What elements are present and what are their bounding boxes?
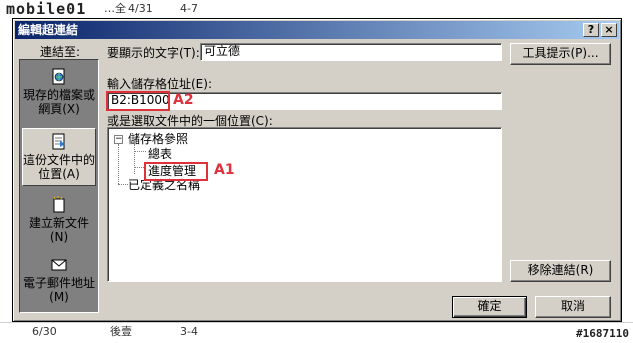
spreadsheet-cell: 6/30 — [32, 325, 57, 338]
spreadsheet-cell: 3-4 — [180, 325, 198, 338]
annotation-box-a1 — [144, 162, 208, 181]
site-logo: mobile01 — [6, 0, 87, 18]
document-place-tree[interactable]: − 儲存格參照 總表 進度管理 已定義之名稱 A1 — [107, 127, 502, 282]
annotation-label-a1: A1 — [214, 162, 235, 178]
spreadsheet-cell: 4/31 — [128, 2, 153, 15]
cancel-button[interactable]: 取消 — [535, 296, 611, 318]
edit-hyperlink-dialog: 編輯超連結 ? × 連結至: 現存的檔案或網頁(X) 這份文件中的位置(A) 建… — [12, 18, 622, 322]
spreadsheet-top-row — [0, 0, 633, 19]
link-new-document[interactable]: 建立新文件(N) — [22, 192, 96, 250]
spreadsheet-left-strip — [0, 18, 12, 322]
new-document-icon — [53, 196, 65, 213]
watermark: #1687110 — [576, 327, 629, 340]
link-existing-file[interactable]: 現存的檔案或網頁(X) — [22, 64, 96, 122]
collapse-toggle-icon[interactable]: − — [114, 135, 123, 144]
tree-connector — [118, 184, 128, 185]
spreadsheet-right-strip — [622, 18, 633, 322]
display-text-input[interactable]: 可立德 — [200, 43, 502, 61]
link-email-address[interactable]: 電子郵件地址(M) — [22, 252, 96, 310]
screentip-button[interactable]: 工具提示(P)... — [510, 43, 611, 65]
dialog-title: 編輯超連結 — [18, 23, 79, 37]
display-text-label: 要顯示的文字(T): — [107, 46, 200, 60]
link-to-label: 連結至: — [39, 45, 81, 59]
remove-link-button[interactable]: 移除連結(R) — [510, 260, 611, 282]
tree-connector — [134, 151, 146, 152]
link-place-in-document[interactable]: 這份文件中的位置(A) — [22, 128, 96, 186]
link-to-panel: 現存的檔案或網頁(X) 這份文件中的位置(A) 建立新文件(N) 電子郵件地址(… — [19, 59, 99, 313]
email-address-icon — [51, 259, 67, 271]
annotation-box-a2 — [106, 91, 170, 111]
dialog-titlebar[interactable]: 編輯超連結 ? × — [15, 21, 619, 39]
spreadsheet-cell: …全 — [104, 2, 126, 15]
ok-button[interactable]: 確定 — [452, 296, 527, 318]
tree-node-sheet-summary[interactable]: 總表 — [148, 147, 172, 161]
link-new-document-label: 建立新文件(N) — [28, 216, 89, 244]
tree-connector — [134, 144, 135, 174]
link-existing-file-label: 現存的檔案或網頁(X) — [22, 88, 95, 116]
cell-reference-label: 輸入儲存格位址(E): — [107, 77, 212, 91]
spreadsheet-cell: 4-7 — [180, 2, 198, 15]
help-button[interactable]: ? — [583, 23, 599, 37]
tree-connector — [118, 144, 119, 184]
link-email-address-label: 電子郵件地址(M) — [22, 276, 95, 304]
annotation-label-a2: A2 — [173, 92, 194, 108]
existing-file-icon — [52, 68, 65, 85]
close-button[interactable]: × — [601, 23, 617, 37]
spreadsheet-bottom-row — [0, 322, 633, 343]
spreadsheet-cell: 後壹 — [110, 325, 132, 338]
tree-node-cell-references[interactable]: 儲存格參照 — [128, 132, 188, 146]
link-place-in-document-label: 這份文件中的位置(A) — [23, 153, 96, 181]
place-in-document-icon — [52, 133, 65, 150]
